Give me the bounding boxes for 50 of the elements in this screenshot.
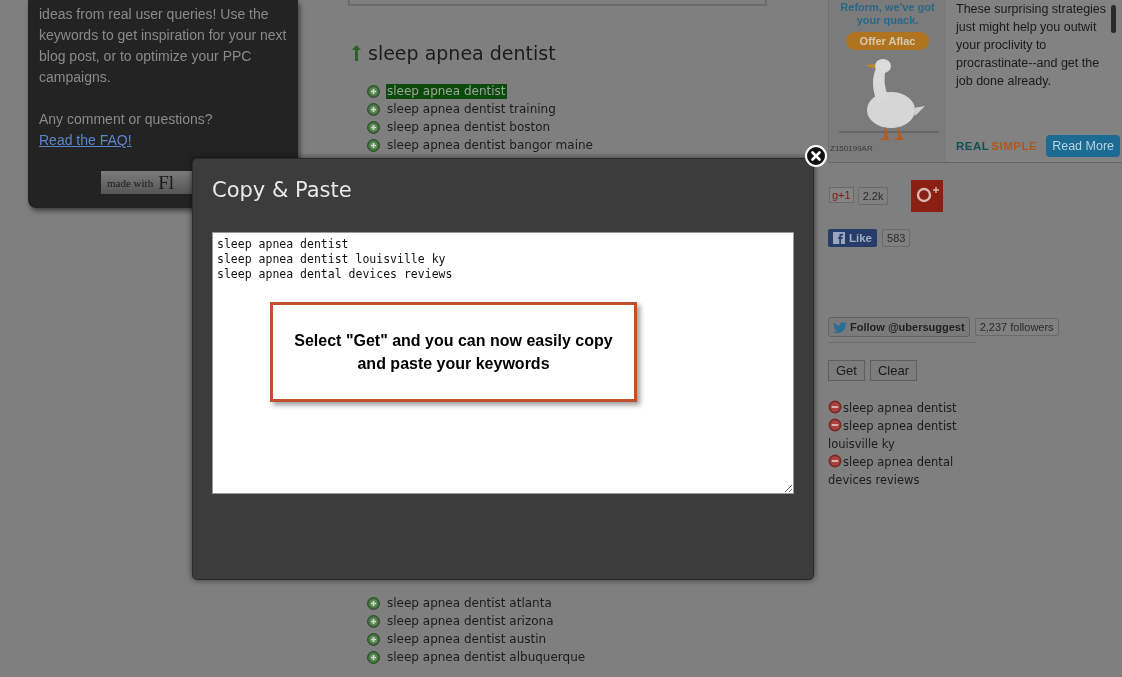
badge-text: made with xyxy=(107,175,154,190)
add-icon[interactable] xyxy=(367,650,380,664)
question-text: Any comment or questions? xyxy=(39,110,213,129)
dialog-title: Copy & Paste xyxy=(212,177,352,204)
keyword-item[interactable]: sleep apnea dentist boston xyxy=(386,119,552,135)
ad-headline: Reform, we've got your quack. xyxy=(839,1,936,27)
offer-button[interactable]: Offer Aflac xyxy=(845,32,930,50)
read-more-button[interactable]: Read More xyxy=(1046,135,1120,157)
ad-story-text: These surprising strategies just might help you outwit your proclivity to procrastinate--and get the job done already. xyxy=(956,1,1108,90)
callout-note: Select "Get" and you can now easily copy and paste your keywords xyxy=(270,302,637,402)
share-count: 2.2k xyxy=(857,187,889,205)
action-button[interactable]: Clear xyxy=(869,360,918,381)
close-icon[interactable] xyxy=(805,145,827,167)
made-with-badge[interactable]: made with Fl xyxy=(101,171,192,194)
like-button[interactable]: Like xyxy=(828,229,877,247)
brand-logo-text: REAL xyxy=(956,140,990,152)
add-icon[interactable] xyxy=(367,120,380,134)
faq-link[interactable]: Read the FAQ! xyxy=(39,130,132,151)
keyword-item[interactable]: sleep apnea dentist xyxy=(386,83,507,99)
keyword-item[interactable]: sleep apnea dentist austin xyxy=(386,631,548,647)
follower-count: 2,237 followers xyxy=(974,318,1059,336)
add-icon[interactable] xyxy=(367,84,380,98)
follow-button[interactable]: Follow @ubersuggest xyxy=(828,317,970,337)
like-count: 583 xyxy=(882,229,911,247)
remove-icon[interactable] xyxy=(828,454,842,468)
add-icon[interactable] xyxy=(367,614,380,628)
add-icon[interactable] xyxy=(367,102,380,116)
keyword-item[interactable]: sleep apnea dentist arizona xyxy=(386,613,555,629)
add-icon[interactable] xyxy=(367,138,380,152)
keyword-item[interactable]: sleep apnea dentist training xyxy=(386,101,557,117)
selected-keyword: sleep apnea dentist xyxy=(828,399,960,417)
add-icon[interactable] xyxy=(367,632,380,646)
add-icon[interactable] xyxy=(367,596,380,610)
ad-code: Z150199AR xyxy=(830,144,873,153)
intro-text: ideas from real user queries! Use the keywords to get inspiration for your next blog post, or to optimize your PPC campaigns. xyxy=(39,5,288,87)
keyword-item[interactable]: sleep apnea dentist bangor maine xyxy=(386,137,594,153)
google-plus-icon[interactable] xyxy=(911,180,944,212)
action-button[interactable]: Get xyxy=(828,360,865,381)
badge-brand: Fl xyxy=(158,171,174,194)
remove-icon[interactable] xyxy=(828,418,842,432)
keyword-item[interactable]: sleep apnea dentist albuquerque xyxy=(386,649,587,665)
selected-keyword: sleep apnea dental devices reviews xyxy=(828,453,955,489)
plus-one-button[interactable]: g+1 xyxy=(829,187,854,203)
keyword-heading: sleep apnea dentist xyxy=(368,41,556,65)
remove-icon[interactable] xyxy=(828,400,842,414)
facebook-icon xyxy=(833,232,845,244)
scrollbar-thumb[interactable] xyxy=(1111,5,1116,33)
bird-icon xyxy=(833,321,847,333)
brand-logo-text: SIMPLE xyxy=(991,140,1038,152)
keyword-item[interactable]: sleep apnea dentist atlanta xyxy=(386,595,553,611)
